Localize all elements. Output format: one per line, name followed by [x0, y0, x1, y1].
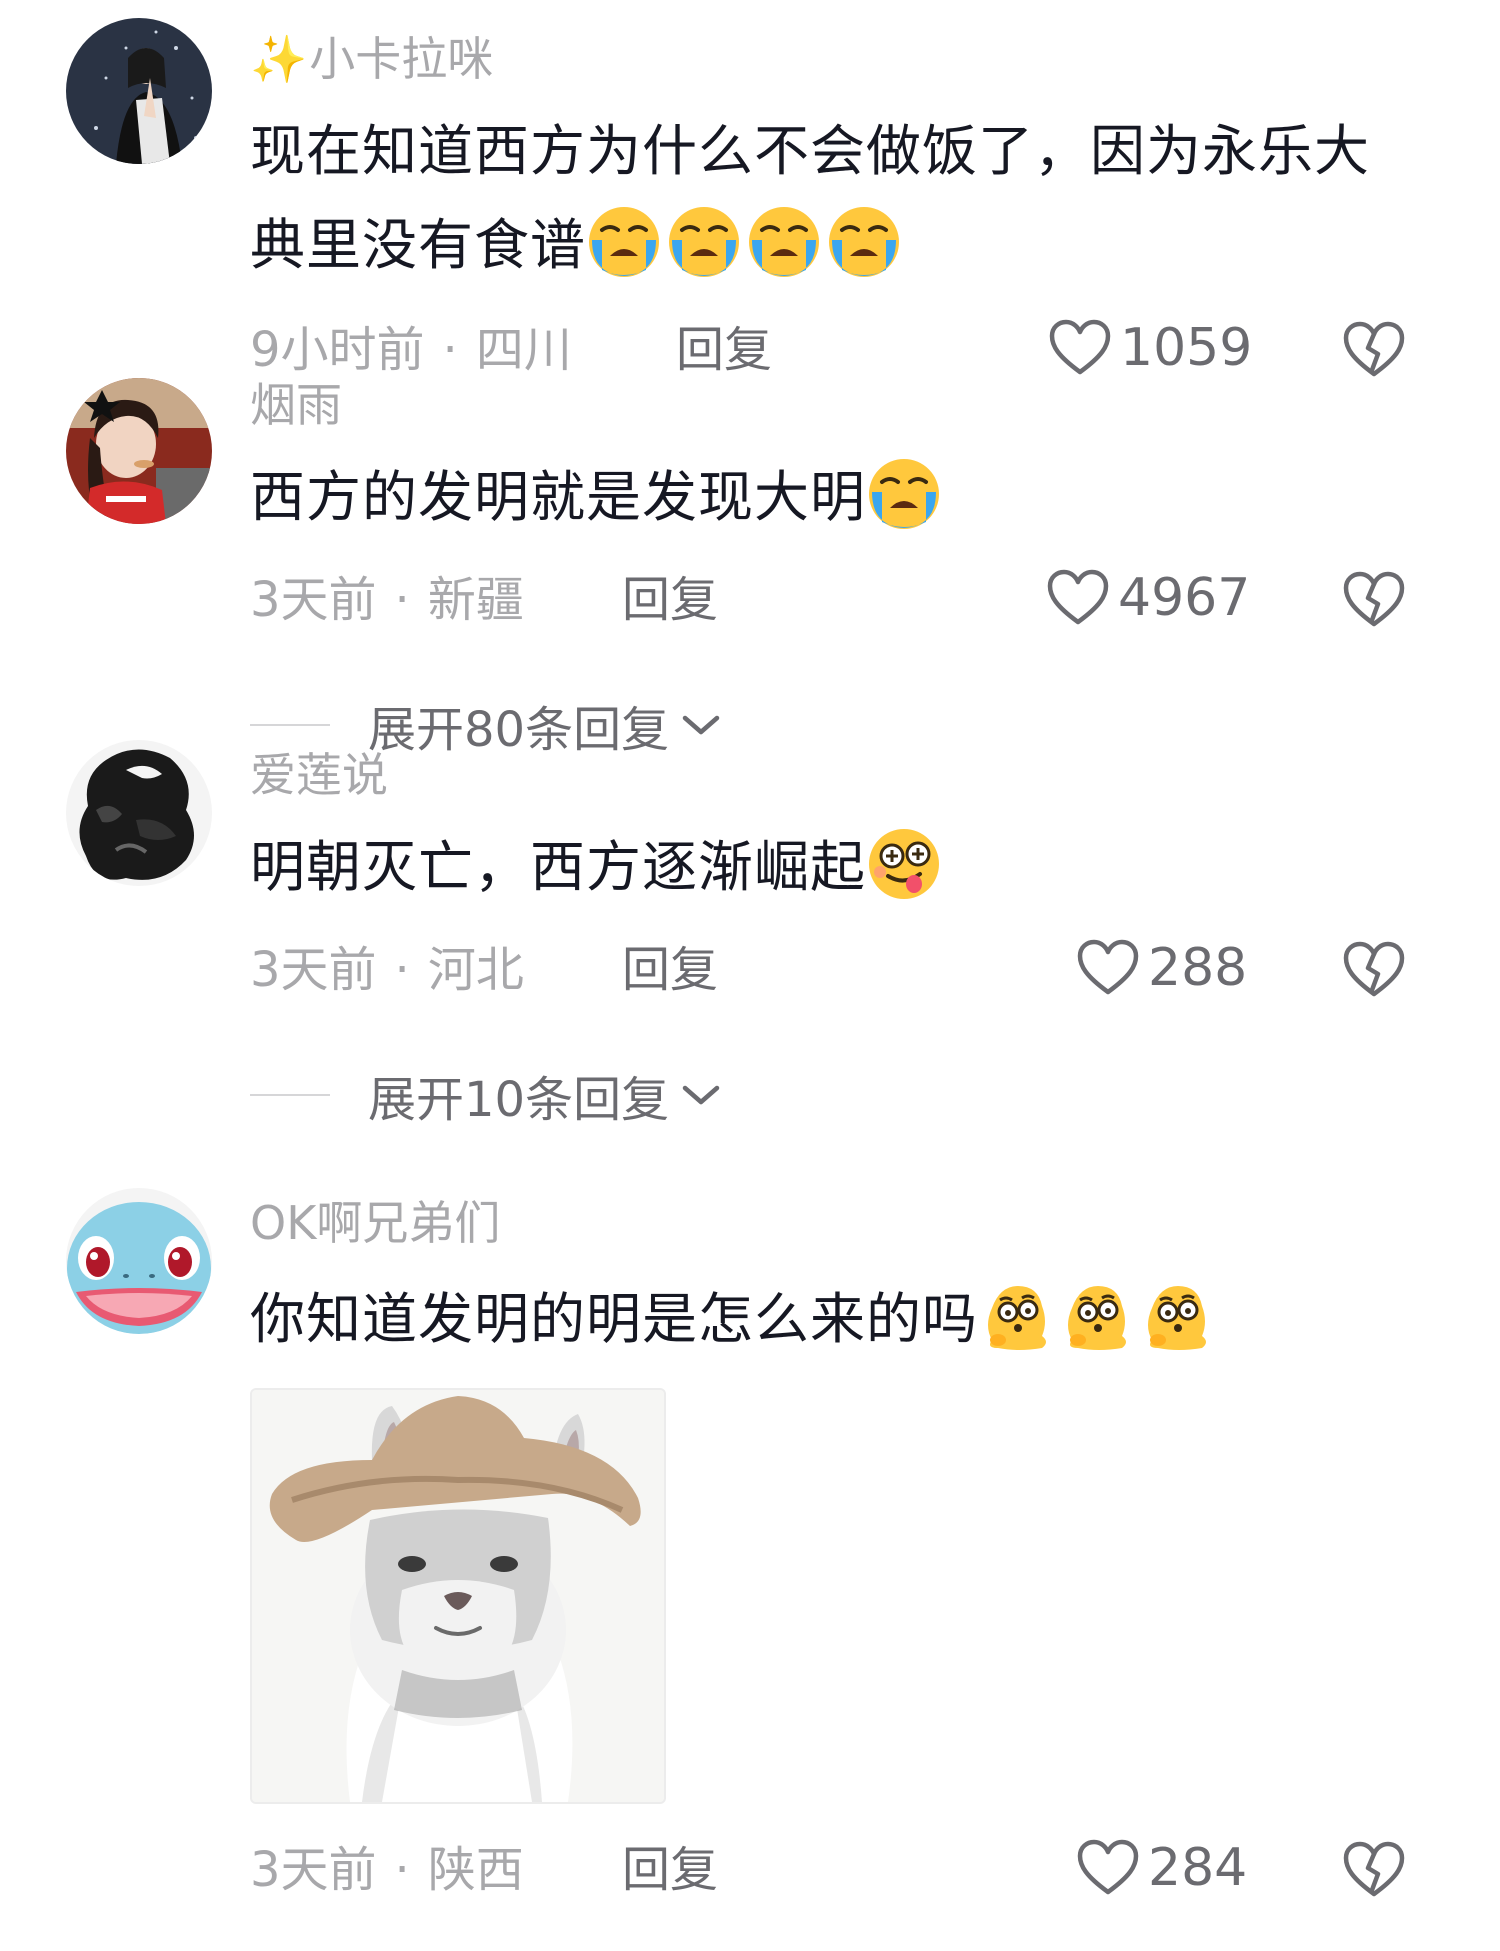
crying-emoji [666, 204, 742, 280]
comment-meta: 9小时前 · 四川 [250, 326, 572, 374]
comment-location: 陕西 [427, 1842, 524, 1898]
expand-replies-label: 展开10条回复 [368, 1072, 670, 1128]
username[interactable]: 烟雨 [250, 382, 342, 428]
comment-text: 西方的发明就是发现大明 [250, 450, 1410, 544]
separator-dot: · [394, 572, 410, 628]
like-count: 284 [1148, 1838, 1248, 1898]
like-count: 288 [1148, 938, 1248, 998]
comment-time: 3天前 [250, 572, 377, 628]
crying-emoji [586, 204, 662, 280]
comment-location: 新疆 [427, 572, 524, 628]
comment-time: 3天前 [250, 942, 377, 998]
comment-text-content: 西方的发明就是发现大明 [250, 465, 867, 529]
comment-location: 河北 [427, 942, 524, 998]
avatar[interactable] [66, 378, 212, 524]
crying-emoji [746, 204, 822, 280]
avatar[interactable] [66, 1188, 212, 1334]
broken-heart-icon[interactable] [1342, 570, 1406, 630]
comment-text: 明朝灭亡，西方逐渐崛起 [250, 820, 1410, 914]
comment-text: 你知道发明的明是怎么来的吗 [250, 1272, 1410, 1366]
reply-button[interactable]: 回复 [622, 946, 718, 994]
comment-meta: 3天前 · 河北 [250, 946, 524, 994]
cat-with-hat-sticker[interactable] [250, 1388, 666, 1804]
crying-emoji [866, 456, 942, 532]
thinking-blob-emoji [1058, 1278, 1134, 1354]
avatar[interactable] [66, 740, 212, 886]
like-count: 1059 [1120, 318, 1253, 378]
heart-outline-icon [1076, 1838, 1140, 1898]
broken-heart-icon[interactable] [1342, 940, 1406, 1000]
comment-location: 四川 [475, 322, 572, 378]
heart-outline-icon [1046, 568, 1110, 628]
comment-meta: 3天前 · 陕西 [250, 1846, 524, 1894]
avatar[interactable] [66, 18, 212, 164]
reply-button[interactable]: 回复 [676, 326, 772, 374]
separator-dot: · [394, 1842, 410, 1898]
heart-outline-icon [1076, 938, 1140, 998]
username[interactable]: OK啊兄弟们 [250, 1200, 500, 1246]
username[interactable]: ✨小卡拉咪 [250, 36, 493, 82]
reply-button[interactable]: 回复 [622, 576, 718, 624]
comment-text-content: 明朝灭亡，西方逐渐崛起 [250, 835, 867, 899]
broken-heart-icon[interactable] [1342, 1840, 1406, 1900]
username-text: 小卡拉咪 [309, 32, 494, 86]
comment-time: 3天前 [250, 1842, 377, 1898]
comment-time: 9小时前 [250, 322, 425, 378]
reply-button[interactable]: 回复 [622, 1846, 718, 1894]
like-button[interactable]: 284 [1076, 1838, 1247, 1898]
like-button[interactable]: 1059 [1048, 318, 1252, 378]
thinking-blob-emoji [1138, 1278, 1214, 1354]
separator-dot: · [442, 322, 458, 378]
expand-replies-button[interactable]: 展开10条回复 [250, 1060, 723, 1130]
comment-text-content: 你知道发明的明是怎么来的吗 [250, 1287, 979, 1351]
separator-dot: · [394, 942, 410, 998]
like-button[interactable]: 288 [1076, 938, 1247, 998]
like-button[interactable]: 4967 [1046, 568, 1250, 628]
crying-emoji [826, 204, 902, 280]
divider-line [250, 1094, 330, 1096]
username[interactable]: 爱莲说 [250, 752, 388, 798]
divider-line [250, 724, 330, 726]
comment-text: 现在知道西方为什么不会做饭了，因为永乐大典里没有食谱 [250, 104, 1410, 292]
like-count: 4967 [1118, 568, 1251, 628]
chevron-down-icon [679, 710, 723, 740]
dizzy-tongue-emoji [866, 826, 942, 902]
chevron-down-icon [679, 1080, 723, 1110]
thinking-blob-emoji [978, 1278, 1054, 1354]
expand-replies-label: 展开80条回复 [368, 702, 670, 758]
broken-heart-icon[interactable] [1342, 320, 1406, 380]
heart-outline-icon [1048, 318, 1112, 378]
sparkle-icon: ✨ [250, 32, 308, 86]
comment-meta: 3天前 · 新疆 [250, 576, 524, 624]
